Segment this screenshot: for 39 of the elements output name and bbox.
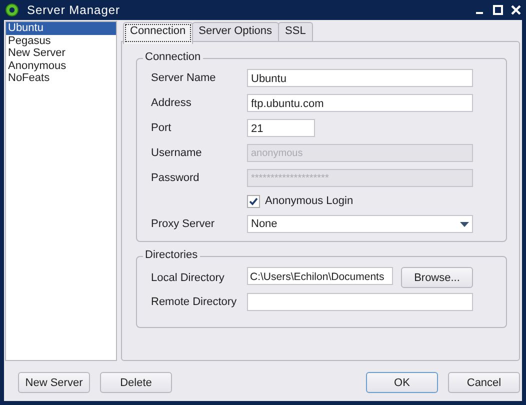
input-field: ******************** xyxy=(247,169,473,187)
dropdown[interactable]: None xyxy=(247,215,473,233)
input-field[interactable] xyxy=(247,293,473,311)
checkbox-label: Anonymous Login xyxy=(265,195,354,207)
input-field[interactable]: Ubuntu xyxy=(247,69,473,87)
field-label: Local Directory xyxy=(151,272,226,284)
app-logo-icon xyxy=(5,3,19,17)
tab[interactable]: SSL xyxy=(278,22,313,41)
button[interactable]: Delete xyxy=(100,372,172,393)
button[interactable]: OK xyxy=(366,372,438,393)
dropdown-arrow-icon xyxy=(460,222,469,226)
maximize-icon[interactable] xyxy=(492,4,504,16)
server-list-item[interactable]: Anonymous xyxy=(6,60,116,72)
server-list-item[interactable]: NoFeats xyxy=(6,72,116,84)
server-list-item[interactable]: New Server xyxy=(6,47,116,60)
input-field[interactable]: C:\Users\Echilon\Documents xyxy=(247,267,393,285)
tab[interactable]: Connection xyxy=(123,22,193,44)
server-list-item[interactable]: Ubuntu xyxy=(6,22,116,34)
button[interactable]: Cancel xyxy=(448,372,520,393)
group-title: Connection xyxy=(143,51,203,63)
dropdown-value: None xyxy=(251,217,278,232)
input-field: anonymous xyxy=(247,144,473,162)
input-field[interactable]: ftp.ubuntu.com xyxy=(247,94,473,112)
field-label: Port xyxy=(151,122,172,134)
field-label: Remote Directory xyxy=(151,296,238,308)
field-label: Server Name xyxy=(151,72,217,84)
field-label: Username xyxy=(151,147,203,159)
button[interactable]: New Server xyxy=(18,372,90,393)
field-label: Password xyxy=(151,172,200,184)
input-field[interactable]: 21 xyxy=(247,119,315,137)
browse-button[interactable]: Browse... xyxy=(401,267,473,288)
window-title: Server Manager xyxy=(27,3,122,17)
tab[interactable]: Server Options xyxy=(192,22,280,41)
close-icon[interactable] xyxy=(510,4,522,16)
server-list-item[interactable]: Pegasus xyxy=(6,34,116,47)
checkbox[interactable] xyxy=(247,194,260,208)
group-title: Directories xyxy=(143,249,200,261)
field-label: Proxy Server xyxy=(151,218,216,230)
field-label: Address xyxy=(151,97,192,109)
